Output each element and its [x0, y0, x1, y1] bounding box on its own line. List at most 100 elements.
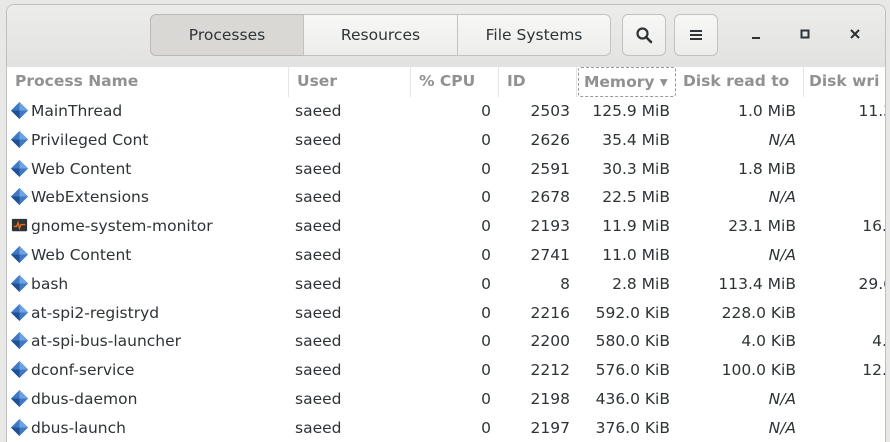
- column-header-cpu[interactable]: % CPU: [411, 67, 499, 97]
- user-cell: saeed: [295, 332, 342, 351]
- tab-processes-label: Processes: [188, 26, 266, 44]
- table-row[interactable]: Privileged Cont saeed 0 2626 35.4 MiB N/A: [7, 126, 885, 155]
- process-name-cell: dbus-daemon: [10, 385, 289, 414]
- table-row[interactable]: dbus-launch saeed 0 2197 376.0 KiB N/A: [7, 414, 885, 442]
- column-label: Memory: [584, 73, 655, 91]
- disk-write-cell: [804, 385, 885, 414]
- table-row[interactable]: at-spi2-registryd saeed 0 2216 592.0 KiB 228.…: [7, 299, 885, 328]
- column-label: % CPU: [419, 72, 476, 90]
- memory-cell: 35.4 MiB: [602, 130, 670, 149]
- disk-write-cell: 29.6: [858, 274, 885, 293]
- column-label: User: [297, 72, 337, 90]
- process-name: WebExtensions: [31, 188, 149, 207]
- table-header: Process Name User % CPU ID Memory ▾ Disk…: [7, 67, 885, 97]
- disk-read-cell: 113.4 MiB: [718, 274, 796, 293]
- memory-cell: 125.9 MiB: [592, 102, 670, 120]
- table-row[interactable]: dconf-service saeed 0 2212 576.0 KiB 100.0 Ki…: [7, 356, 885, 385]
- cpu-cell: 0: [481, 418, 491, 437]
- cpu-cell: 0: [481, 159, 491, 178]
- minimize-icon: [752, 37, 760, 39]
- tab-resources[interactable]: Resources: [303, 14, 458, 56]
- table-row[interactable]: dbus-daemon saeed 0 2198 436.0 KiB N/A: [7, 385, 885, 414]
- cpu-cell: 0: [481, 332, 491, 351]
- id-cell: 2197: [530, 418, 570, 437]
- minimize-button[interactable]: [740, 18, 772, 50]
- process-name-cell: gnome-system-monitor: [10, 212, 289, 241]
- disk-read-cell: N/A: [768, 245, 796, 264]
- user-cell: saeed: [295, 303, 342, 322]
- firefox-icon: [10, 130, 29, 149]
- maximize-button[interactable]: [789, 18, 821, 50]
- firefox-icon: [10, 274, 29, 293]
- process-name: MainThread: [31, 102, 123, 120]
- disk-read-cell: 23.1 MiB: [728, 217, 796, 236]
- table-row[interactable]: bash saeed 0 8 2.8 MiB 113.4 MiB 29.6: [7, 270, 885, 299]
- hamburger-menu-icon: [690, 30, 702, 40]
- column-header-user[interactable]: User: [289, 67, 411, 97]
- disk-write-cell: [804, 126, 885, 155]
- cpu-cell: 0: [481, 274, 491, 293]
- process-list: MainThread saeed 0 2503 125.9 MiB 1.0 MiB 11.3…: [7, 97, 885, 442]
- firefox-icon: [10, 159, 29, 178]
- column-header-disk-write[interactable]: Disk wri: [804, 67, 885, 97]
- firefox-icon: [10, 303, 29, 322]
- memory-cell: 11.9 MiB: [602, 217, 670, 236]
- firefox-icon: [10, 187, 29, 206]
- user-cell: saeed: [295, 188, 342, 207]
- firefox-icon: [10, 331, 29, 350]
- firefox-icon: [10, 418, 29, 437]
- menu-button[interactable]: [674, 14, 718, 56]
- memory-cell: 22.5 MiB: [602, 188, 670, 207]
- user-cell: saeed: [295, 159, 342, 178]
- cpu-cell: 0: [481, 389, 491, 408]
- column-header-process-name[interactable]: Process Name: [7, 67, 289, 97]
- process-name-cell: Web Content: [10, 241, 289, 270]
- cpu-cell: 0: [481, 245, 491, 264]
- table-row[interactable]: gnome-system-monitor saeed 0 2193 11.9 MiB 23…: [7, 212, 885, 241]
- process-name: dbus-daemon: [31, 389, 138, 408]
- memory-cell: 30.3 MiB: [602, 159, 670, 178]
- table-row[interactable]: WebExtensions saeed 0 2678 22.5 MiB N/A: [7, 183, 885, 212]
- firefox-icon: [10, 360, 29, 379]
- header-bar: Processes Resources File Systems: [7, 5, 885, 68]
- tab-resources-label: Resources: [340, 26, 421, 44]
- process-name: gnome-system-monitor: [31, 217, 213, 236]
- tab-processes[interactable]: Processes: [150, 14, 304, 56]
- close-button[interactable]: [839, 18, 871, 50]
- column-header-id[interactable]: ID: [499, 67, 577, 97]
- process-name: Web Content: [31, 245, 132, 264]
- id-cell: 2216: [530, 303, 570, 322]
- process-name: Privileged Cont: [31, 130, 149, 149]
- table-row[interactable]: MainThread saeed 0 2503 125.9 MiB 1.0 MiB 11.3: [7, 97, 885, 126]
- column-header-memory[interactable]: Memory ▾: [578, 67, 676, 97]
- table-row[interactable]: at-spi-bus-launcher saeed 0 2200 580.0 KiB 4.…: [7, 327, 885, 356]
- memory-cell: 11.0 MiB: [602, 245, 670, 264]
- process-name-cell: Web Content: [10, 155, 289, 184]
- table-row[interactable]: Web Content saeed 0 2591 30.3 MiB 1.8 MiB: [7, 155, 885, 184]
- disk-read-cell: N/A: [768, 418, 796, 437]
- table-row[interactable]: Web Content saeed 0 2741 11.0 MiB N/A: [7, 241, 885, 270]
- id-cell: 2193: [530, 217, 570, 236]
- view-switcher: Processes Resources File Systems: [150, 14, 611, 56]
- user-cell: saeed: [295, 361, 342, 380]
- memory-cell: 576.0 KiB: [595, 361, 670, 380]
- search-button[interactable]: [622, 14, 666, 56]
- process-name-cell: MainThread: [10, 97, 289, 126]
- memory-cell: 592.0 KiB: [595, 303, 670, 322]
- process-name-cell: dbus-launch: [10, 414, 289, 442]
- disk-write-cell: [804, 241, 885, 270]
- disk-read-cell: 100.0 KiB: [721, 361, 796, 380]
- id-cell: 2198: [530, 389, 570, 408]
- user-cell: saeed: [295, 102, 342, 120]
- disk-write-cell: 16.(: [862, 217, 885, 236]
- disk-read-cell: 228.0 KiB: [721, 303, 796, 322]
- system-monitor-icon: [10, 216, 29, 235]
- column-label: Disk wri: [809, 72, 880, 90]
- column-header-disk-read[interactable]: Disk read to: [678, 67, 804, 97]
- user-cell: saeed: [295, 418, 342, 437]
- process-name: Web Content: [31, 159, 132, 178]
- disk-read-cell: 1.8 MiB: [738, 159, 796, 178]
- tab-file-systems[interactable]: File Systems: [457, 14, 611, 56]
- user-cell: saeed: [295, 130, 342, 149]
- user-cell: saeed: [295, 274, 342, 293]
